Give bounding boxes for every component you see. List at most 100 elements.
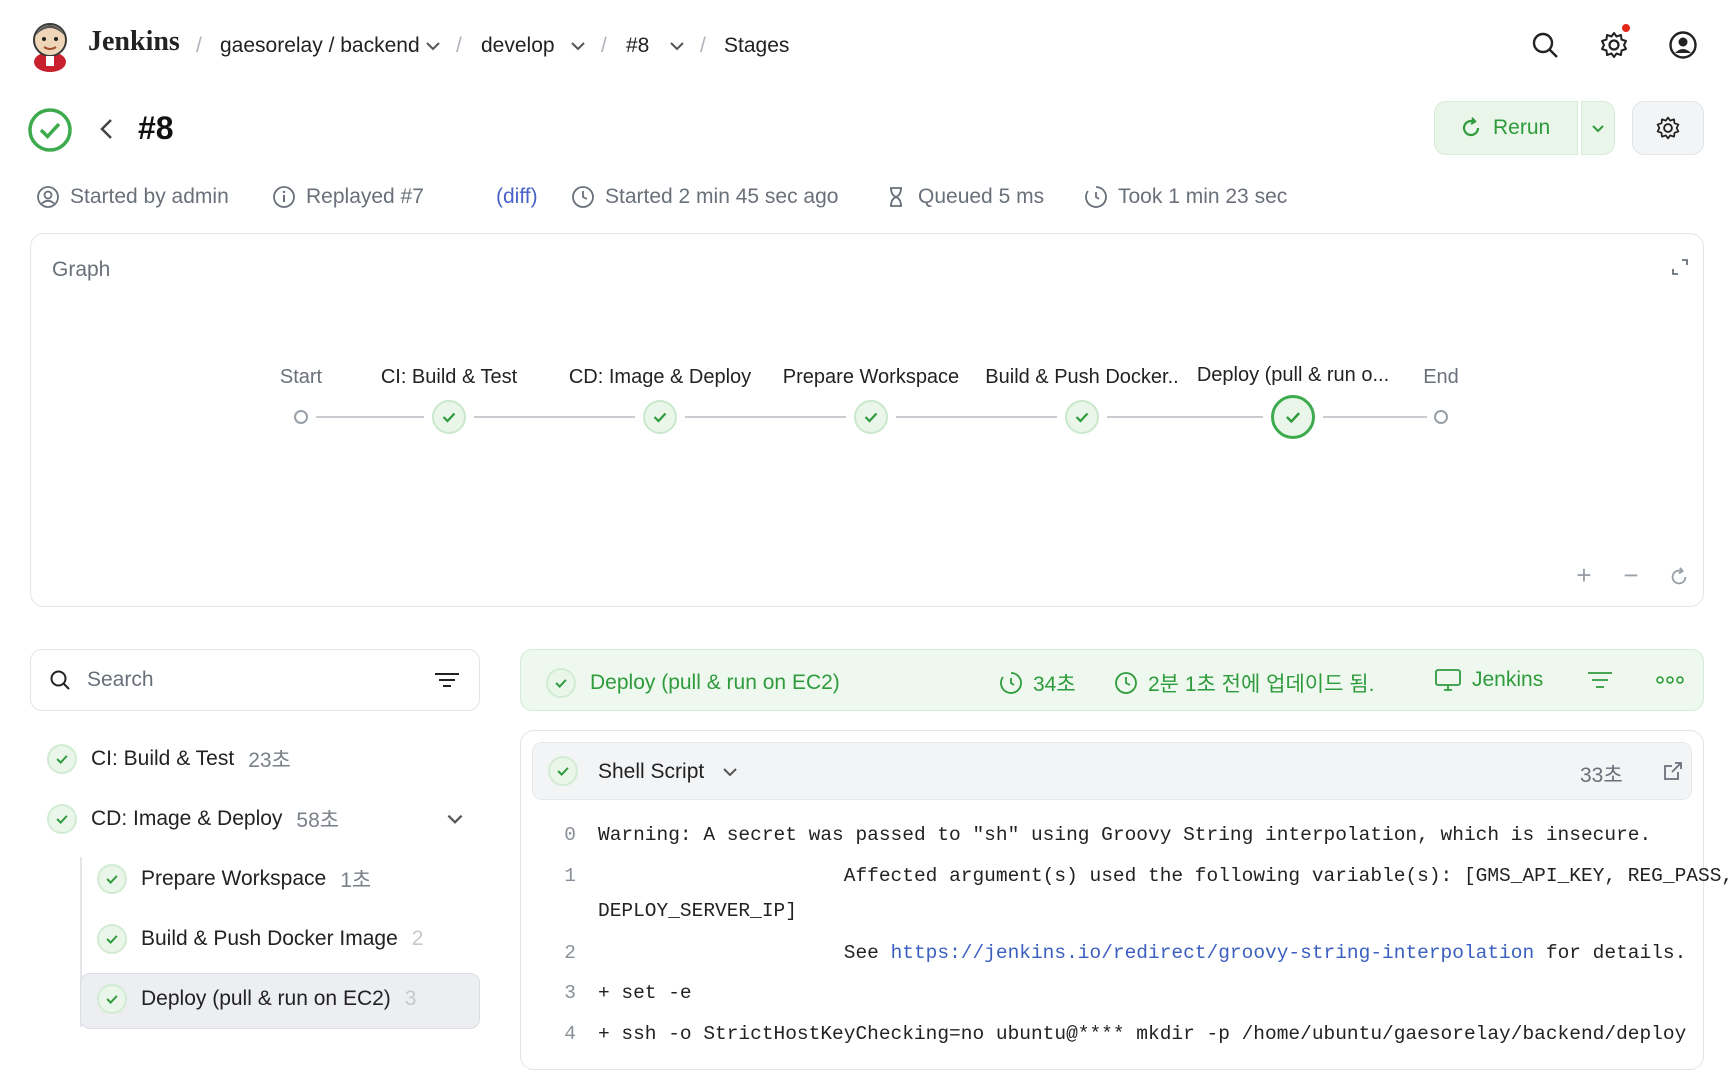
stage-name: CI: Build & Test [91,747,235,770]
back-chevron-icon[interactable] [96,116,118,142]
stage-agent-text: Jenkins [1472,668,1544,691]
log-line-number: 2 [564,942,576,964]
step-header[interactable] [532,742,1692,800]
breadcrumb-run[interactable]: #8 [626,34,649,58]
check-icon [864,412,878,423]
stage-detail-name: Deploy (pull & run on EC2) [590,671,840,694]
stage-duration: 2 [411,927,424,950]
chevron-down-icon[interactable] [423,36,443,56]
stage-duration: 1초 [340,869,372,892]
user-icon [37,186,59,208]
page-title: #8 [138,110,174,146]
replayed-link[interactable]: Replayed #7 [306,185,424,209]
filter-icon[interactable] [433,669,461,691]
search-input[interactable] [85,667,419,693]
chevron-down-icon[interactable] [444,808,466,830]
log-line: + ssh -o StrictHostKeyChecking=no ubuntu… [598,1023,1687,1045]
graph-stage-node[interactable] [643,400,677,434]
timer-icon [1085,186,1107,208]
graph-stage-label[interactable]: Deploy (pull & run o... [1197,364,1389,387]
check-icon [653,412,667,423]
rerun-label: Rerun [1493,116,1551,139]
check-icon [47,744,77,774]
breadcrumb-separator: / [700,34,706,57]
user-icon[interactable] [1668,30,1698,60]
graph-stage-node[interactable] [1065,400,1099,434]
search-icon [50,670,70,690]
stage-search[interactable] [30,649,480,711]
reset-zoom-icon[interactable] [1668,566,1690,588]
check-icon [442,412,456,423]
stage-duration-text: 34초 [1033,673,1076,696]
chevron-down-icon[interactable] [667,36,687,56]
stage-name: CD: Image & Deploy [91,807,283,830]
stage-duration: 58초 [296,809,340,832]
stage-list-item[interactable]: Build & Push Docker Image 2 [97,917,423,961]
clock-icon [572,186,594,208]
check-icon [47,804,77,834]
notification-dot [1622,24,1630,32]
breadcrumb-separator: / [196,34,202,57]
stage-list-item[interactable]: Prepare Workspace 1초 [97,857,371,901]
step-duration: 33초 [1580,764,1623,787]
graph-connector [474,416,635,418]
queued-time: Queued 5 ms [884,185,1044,209]
check-icon [1286,412,1301,424]
graph-stage-label[interactable]: CI: Build & Test [381,366,517,389]
clock-icon [1115,672,1137,694]
stage-name: Build & Push Docker Image [141,927,398,950]
graph-stage-node-selected[interactable] [1271,395,1315,439]
graph-stage-node[interactable] [854,400,888,434]
graph-connector [896,416,1057,418]
graph-connector [316,416,424,418]
more-options-icon[interactable] [1654,668,1686,692]
filter-icon[interactable] [1586,668,1614,692]
stage-list-item-selected[interactable]: Deploy (pull & run on EC2) 3 [97,977,416,1021]
stage-detail-duration: 34초 [999,668,1076,698]
open-external-icon[interactable] [1662,760,1684,782]
stage-detail-title: Deploy (pull & run on EC2) [546,668,840,698]
started-by-text: Started by admin [70,185,229,208]
graph-stage-label[interactable]: Build & Push Docker.. [985,366,1178,389]
log-link[interactable]: https://jenkins.io/redirect/groovy-strin… [891,942,1535,964]
gear-icon [1656,116,1680,140]
log-line-number: 3 [564,982,576,1004]
graph-end-node [1434,410,1448,424]
zoom-in-icon[interactable]: + [1571,562,1597,588]
graph-connector [1323,416,1427,418]
chevron-down-icon[interactable] [568,36,588,56]
breadcrumb-stages[interactable]: Stages [724,34,789,58]
search-icon[interactable] [1530,30,1560,60]
timer-icon [1000,672,1022,694]
jenkins-logo[interactable] [26,16,74,72]
stage-list-item[interactable]: CI: Build & Test 23초 [47,737,291,781]
graph-stage-node[interactable] [432,400,466,434]
rerun-options-button[interactable] [1581,101,1615,155]
expand-icon[interactable] [1670,257,1690,277]
settings-icon[interactable] [1599,30,1629,60]
stage-list-item[interactable]: CD: Image & Deploy 58초 [47,797,339,841]
diff-link[interactable]: (diff) [496,185,538,209]
breadcrumb-separator: / [601,34,607,57]
graph-stage-label[interactable]: Prepare Workspace [783,366,959,389]
breadcrumb-separator: / [456,34,462,57]
rerun-button[interactable]: Rerun [1434,101,1578,155]
breadcrumb-branch[interactable]: develop [481,34,555,58]
took-text: Took 1 min 23 sec [1118,185,1288,208]
run-settings-button[interactable] [1632,101,1704,155]
graph-end-label: End [1423,366,1459,388]
zoom-out-icon[interactable]: − [1618,562,1644,588]
queued-text: Queued 5 ms [918,185,1045,208]
log-line: See https://jenkins.io/redirect/groovy-s… [598,942,1687,964]
brand-name[interactable]: Jenkins [88,26,180,58]
stage-name: Deploy (pull & run on EC2) [141,987,391,1010]
stage-detail-updated: 2분 1초 전에 업데이드 됨. [1114,668,1374,698]
stage-detail-agent[interactable]: Jenkins [1434,668,1543,692]
log-text: See [598,942,891,964]
check-icon [546,668,576,698]
graph-stage-label[interactable]: CD: Image & Deploy [569,366,751,389]
check-icon [548,756,578,786]
log-line: + set -e [598,982,692,1004]
breadcrumb-repo[interactable]: gaesorelay / backend [220,34,420,58]
chevron-down-icon[interactable] [720,762,740,782]
